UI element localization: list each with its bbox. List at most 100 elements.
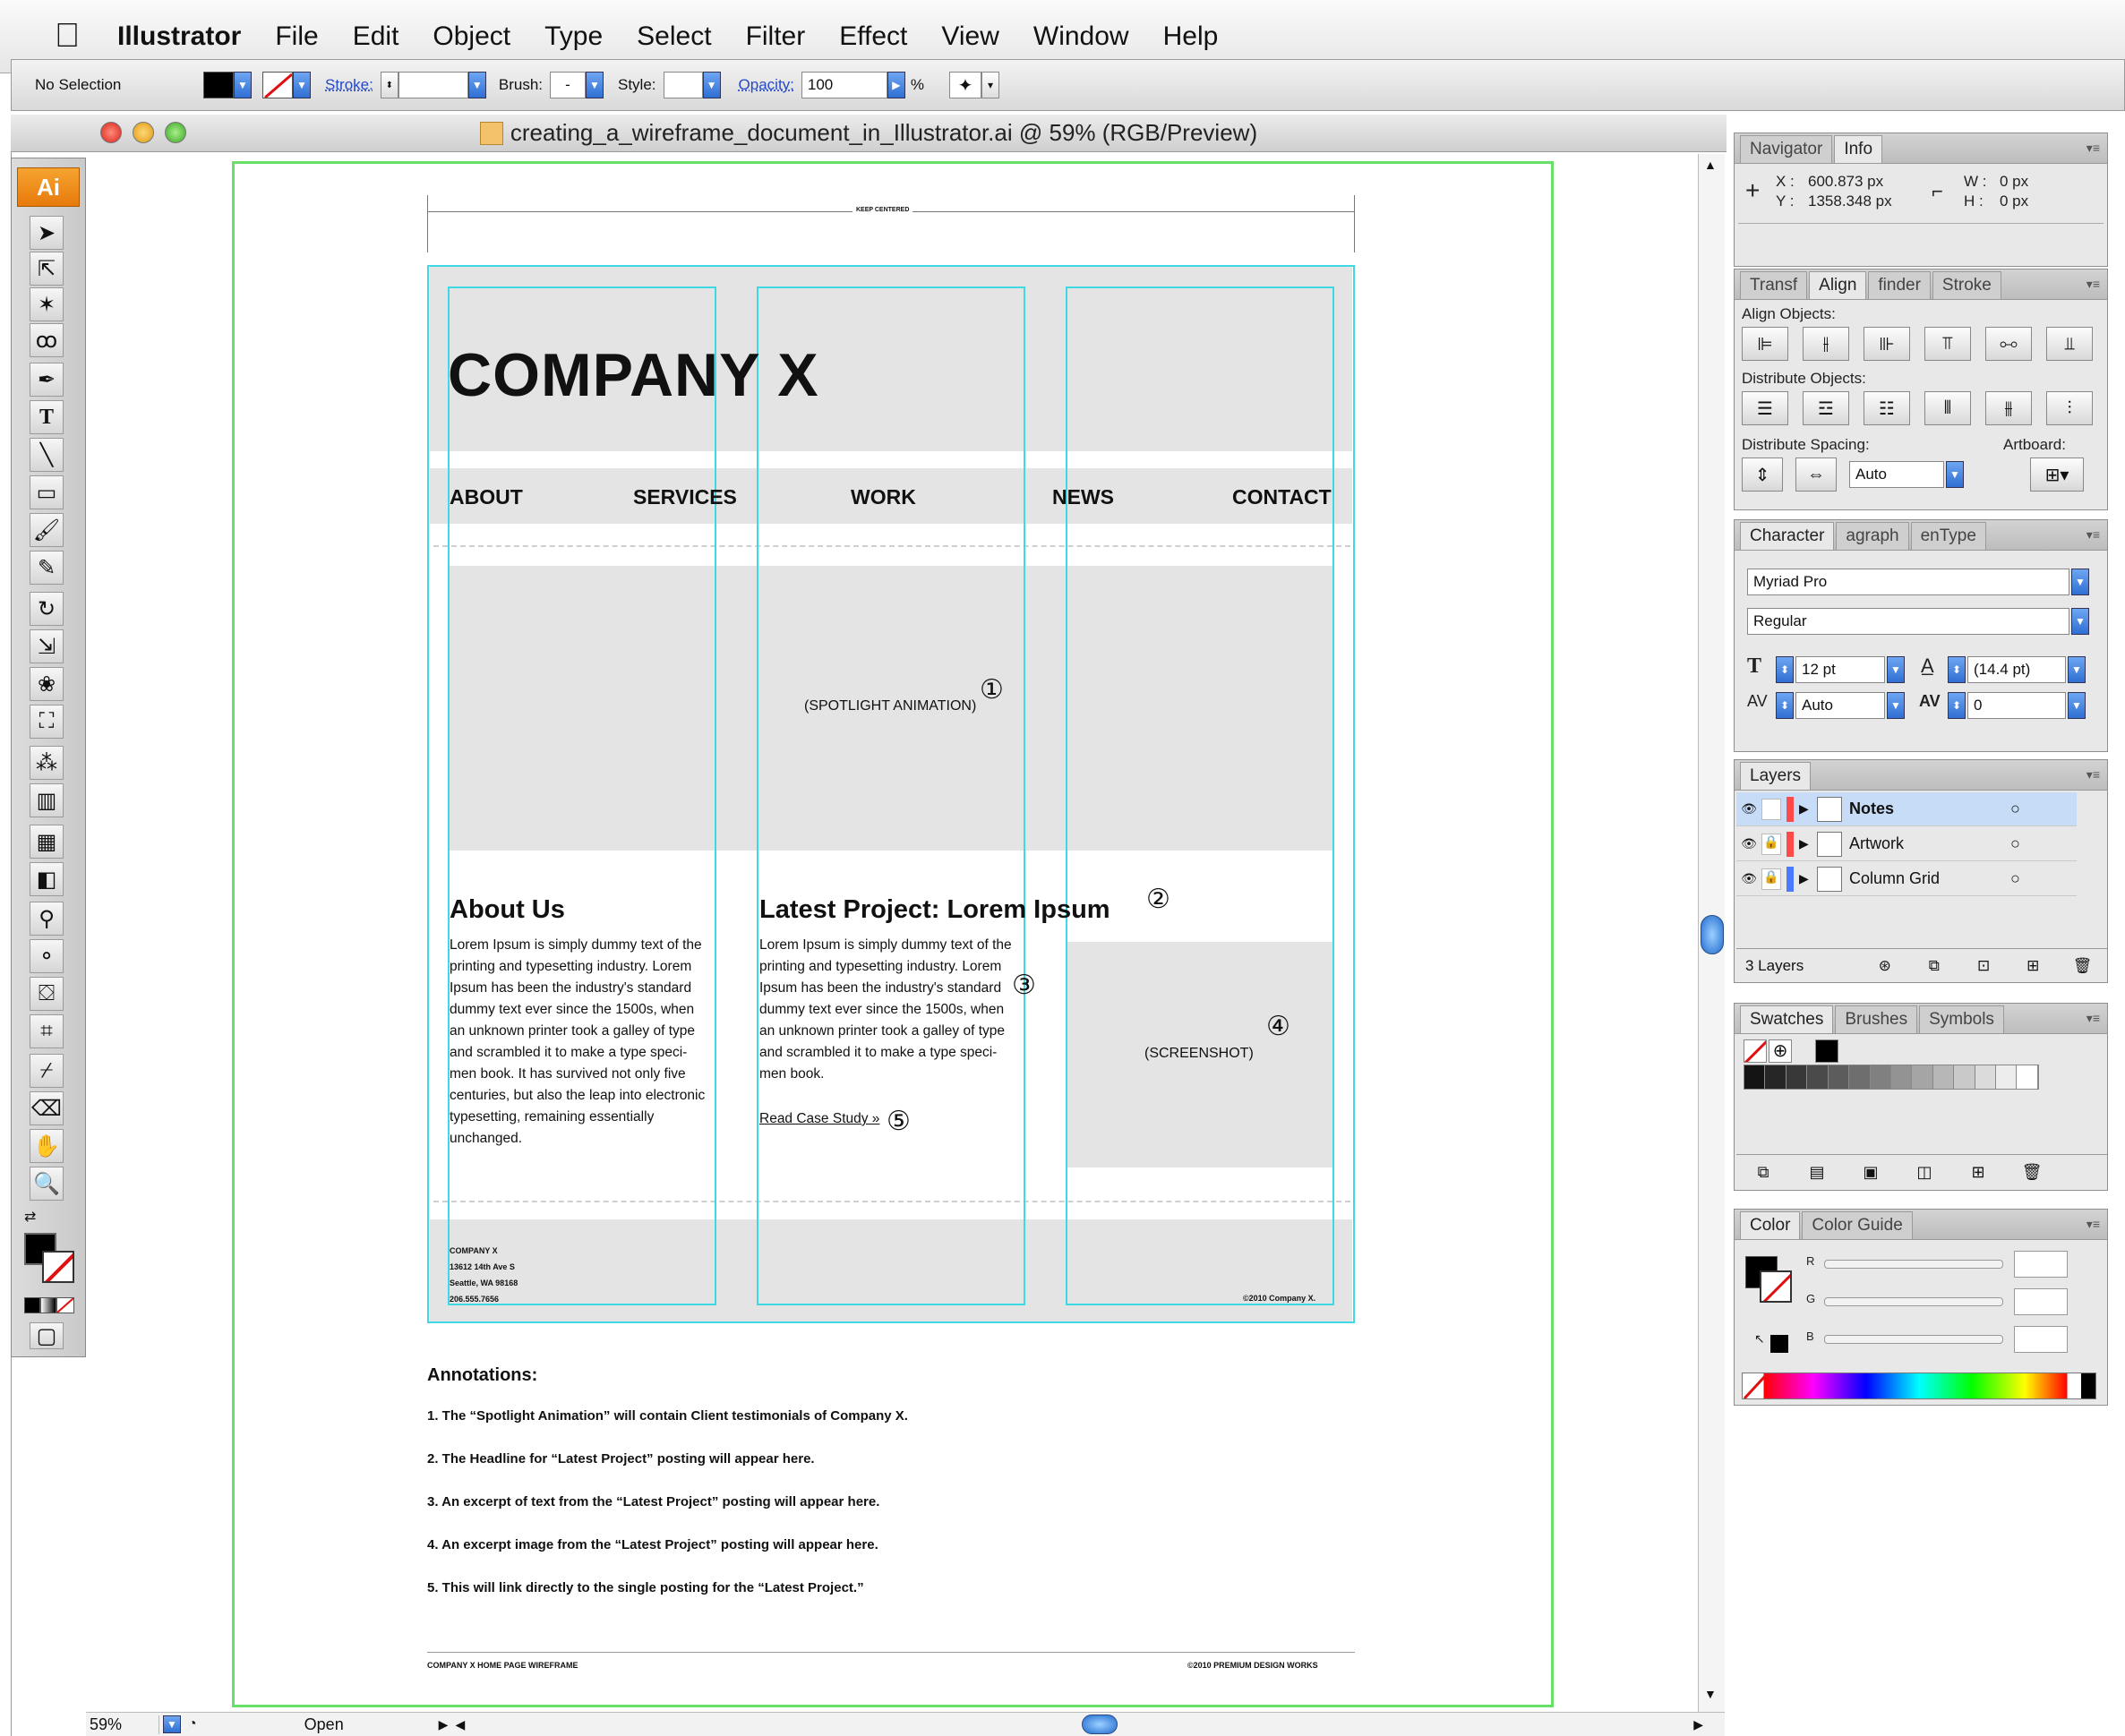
- kerning-stepper[interactable]: ⬍: [1776, 692, 1794, 719]
- layer-row-notes[interactable]: 👁 ▶ Notes ○: [1736, 792, 2077, 826]
- lock-icon[interactable]: 🔒: [1761, 833, 1781, 855]
- gray-swatch[interactable]: [1744, 1065, 1766, 1089]
- menu-app[interactable]: Illustrator: [100, 21, 258, 52]
- align-vcenter-icon[interactable]: ⧟: [1985, 327, 2032, 361]
- scroll-down-arrow-icon[interactable]: ▼: [1704, 1687, 1717, 1701]
- graph-tool-icon[interactable]: ▥: [30, 783, 64, 817]
- layer-row-artwork[interactable]: 👁 🔒 ▶ Artwork ○: [1736, 827, 2077, 861]
- distribute-vcenter-icon[interactable]: ☲: [1803, 391, 1849, 425]
- style-dropdown[interactable]: ▼: [702, 72, 721, 98]
- font-family-field[interactable]: Myriad Pro: [1747, 569, 2069, 595]
- stroke-none-swatch[interactable]: [262, 72, 293, 98]
- stroke-weight-dropdown[interactable]: ▼: [467, 72, 486, 98]
- recolor-artwork-icon[interactable]: ✦: [949, 72, 982, 98]
- align-hcenter-icon[interactable]: ⫲: [1803, 327, 1849, 361]
- gray-swatch[interactable]: [1786, 1065, 1808, 1089]
- gray-swatch[interactable]: [1807, 1065, 1829, 1089]
- gray-swatch[interactable]: [1870, 1065, 1891, 1089]
- stroke-color-icon[interactable]: [42, 1251, 74, 1283]
- font-size-dropdown[interactable]: ▼: [1887, 656, 1905, 683]
- align-top-icon[interactable]: ⫪: [1924, 327, 1971, 361]
- menu-edit[interactable]: Edit: [336, 21, 416, 52]
- spacing-field[interactable]: Auto: [1849, 461, 1944, 488]
- stroke-color-icon[interactable]: [1760, 1270, 1792, 1303]
- font-style-dropdown[interactable]: ▼: [2071, 608, 2089, 635]
- gray-swatch[interactable]: [1932, 1065, 1955, 1089]
- leading-dropdown[interactable]: ▼: [2068, 656, 2086, 683]
- gray-swatch[interactable]: [1765, 1065, 1787, 1089]
- expand-triangle-icon[interactable]: ▶: [1799, 836, 1817, 851]
- eyedropper-tool-icon[interactable]: ⚲: [30, 902, 64, 936]
- tab-character[interactable]: Character: [1740, 522, 1835, 550]
- color-spectrum-bar[interactable]: [1742, 1373, 2096, 1400]
- tab-stroke[interactable]: Stroke: [1932, 271, 2001, 299]
- trash-icon[interactable]: 🗑: [2005, 1163, 2059, 1182]
- tab-pathfinder[interactable]: finder: [1868, 271, 1931, 299]
- zoom-window-button[interactable]: [165, 122, 186, 143]
- swatch-none[interactable]: [1744, 1039, 1767, 1063]
- opacity-link[interactable]: Opacity:: [739, 76, 794, 94]
- distribute-hspace-icon[interactable]: ⇔: [1795, 458, 1837, 492]
- new-layer-icon[interactable]: ⊞: [2009, 957, 2058, 975]
- menu-object[interactable]: Object: [416, 21, 527, 52]
- distribute-hcenter-icon[interactable]: ⫵: [1985, 391, 2032, 425]
- scroll-right-arrow-icon[interactable]: ▶: [1693, 1717, 1703, 1732]
- clipping-mask-icon[interactable]: ⧉: [1909, 957, 1958, 975]
- menu-view[interactable]: View: [924, 21, 1015, 52]
- tab-brushes[interactable]: Brushes: [1835, 1005, 1918, 1033]
- menu-help[interactable]: Help: [1146, 21, 1236, 52]
- font-size-field[interactable]: 12 pt: [1795, 656, 1885, 683]
- blue-slider[interactable]: [1824, 1335, 2003, 1344]
- kerning-dropdown[interactable]: ▼: [1887, 692, 1905, 719]
- tab-opentype[interactable]: enType: [1910, 522, 1986, 550]
- rectangle-tool-icon[interactable]: ▭: [30, 475, 64, 509]
- expand-triangle-icon[interactable]: ▶: [1799, 801, 1817, 817]
- font-family-dropdown[interactable]: ▼: [2071, 569, 2089, 595]
- opacity-dropdown[interactable]: ▶: [887, 72, 905, 98]
- show-swatch-kinds-icon[interactable]: ▤: [1790, 1163, 1844, 1182]
- symbol-sprayer-tool-icon[interactable]: ⁂: [30, 746, 64, 780]
- stroke-weight-field[interactable]: [398, 72, 468, 98]
- tab-layers[interactable]: Layers: [1740, 762, 1812, 790]
- tracking-stepper[interactable]: ⬍: [1948, 692, 1966, 719]
- color-mode-icons[interactable]: [24, 1297, 74, 1313]
- hand-tool-icon[interactable]: ✋: [30, 1129, 64, 1163]
- tab-color-guide[interactable]: Color Guide: [1802, 1211, 1913, 1239]
- gray-swatch[interactable]: [1890, 1065, 1913, 1089]
- distribute-bottom-icon[interactable]: ☷: [1864, 391, 1910, 425]
- leading-field[interactable]: (14.4 pt): [1967, 656, 2066, 683]
- fill-swatch[interactable]: [203, 72, 234, 98]
- layer-row-column-grid[interactable]: 👁 🔒 ▶ Column Grid ○: [1736, 862, 2077, 896]
- align-left-icon[interactable]: ⊫: [1742, 327, 1788, 361]
- menu-window[interactable]: Window: [1016, 21, 1146, 52]
- gray-swatches[interactable]: [1744, 1065, 2039, 1090]
- scale-tool-icon[interactable]: ⇲: [30, 629, 64, 663]
- distribute-vspace-icon[interactable]: ⇕: [1742, 458, 1783, 492]
- direct-selection-tool-icon[interactable]: ⇱: [30, 252, 64, 286]
- menu-filter[interactable]: Filter: [729, 21, 823, 52]
- menu-type[interactable]: Type: [527, 21, 620, 52]
- gradient-tool-icon[interactable]: ◧: [30, 862, 64, 896]
- new-color-group-icon[interactable]: ◫: [1898, 1163, 1951, 1182]
- line-tool-icon[interactable]: ╲: [30, 438, 64, 472]
- scroll-up-arrow-icon[interactable]: ▲: [1704, 158, 1717, 172]
- panel-menu-icon[interactable]: ▾≡: [2086, 277, 2100, 292]
- brush-field[interactable]: -: [550, 72, 586, 98]
- target-circle-icon[interactable]: ○: [2010, 800, 2020, 818]
- pencil-tool-icon[interactable]: ✎: [30, 551, 64, 585]
- gray-swatch[interactable]: [1912, 1065, 1933, 1089]
- expand-triangle-icon[interactable]: ▶: [1799, 871, 1817, 886]
- tab-navigator[interactable]: Navigator: [1740, 135, 1833, 163]
- panel-menu-icon[interactable]: ▾≡: [2086, 1011, 2100, 1026]
- mesh-tool-icon[interactable]: ▦: [30, 825, 64, 859]
- new-swatch-icon[interactable]: ⊞: [1951, 1163, 2005, 1182]
- align-right-icon[interactable]: ⊪: [1864, 327, 1910, 361]
- tab-swatches[interactable]: Swatches: [1740, 1005, 1834, 1033]
- brush-dropdown[interactable]: ▼: [586, 72, 604, 98]
- spacing-dropdown[interactable]: ▼: [1946, 461, 1964, 488]
- leading-stepper[interactable]: ⬍: [1948, 656, 1966, 683]
- trash-icon[interactable]: 🗑: [2058, 957, 2107, 975]
- panel-menu-icon[interactable]: ▾≡: [2086, 767, 2100, 782]
- magic-wand-tool-icon[interactable]: ✶: [30, 287, 64, 321]
- selection-tool-icon[interactable]: ➤: [30, 216, 64, 250]
